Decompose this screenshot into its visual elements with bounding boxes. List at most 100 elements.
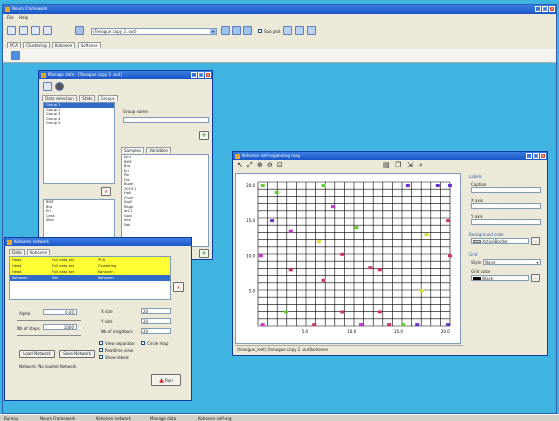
x-size-input[interactable]: 20 <box>141 308 171 314</box>
zoom-fit-icon[interactable]: ⤢ <box>247 161 253 170</box>
circle-map-checkbox[interactable] <box>141 341 145 345</box>
export-icon[interactable]: ⇲ <box>407 161 413 169</box>
tab-softness[interactable]: Softness <box>77 42 101 48</box>
map-point[interactable] <box>288 229 293 233</box>
show-labels-checkbox[interactable] <box>99 355 103 359</box>
map-point[interactable] <box>419 289 424 293</box>
maximize-icon[interactable]: □ <box>198 72 204 78</box>
taskbar-item[interactable]: Kohonen self-org <box>198 416 232 421</box>
map-point[interactable] <box>387 323 392 327</box>
grid-color-picker-button[interactable]: … <box>531 274 540 282</box>
map-point[interactable] <box>448 184 452 188</box>
new-project-icon[interactable] <box>7 26 16 35</box>
sub-plot-checkbox[interactable] <box>258 29 262 33</box>
module-tool-icon[interactable] <box>11 51 20 60</box>
copy-icon[interactable]: ❐ <box>395 161 401 169</box>
map-point[interactable] <box>274 191 279 195</box>
map-point[interactable] <box>424 233 429 237</box>
y-axis-input[interactable] <box>471 219 541 225</box>
y-size-input[interactable]: 20 <box>141 318 171 324</box>
x-axis-input[interactable] <box>471 203 541 209</box>
samples-list[interactable]: Juni BMF Bra Eri Per Fra Buse 2019.1 Holl Chun Swi… <box>121 154 209 247</box>
realtime-view-checkbox[interactable] <box>99 348 103 352</box>
list-item[interactable]: Siler <box>44 218 114 223</box>
maximize-icon[interactable]: □ <box>542 6 548 12</box>
help-icon[interactable] <box>55 82 64 91</box>
cursor-icon[interactable]: ↖ <box>237 161 243 169</box>
map-point[interactable] <box>316 240 321 244</box>
map-point[interactable] <box>321 278 326 282</box>
map-point[interactable] <box>446 323 451 327</box>
save-network-button[interactable]: Save Network <box>59 350 95 358</box>
bg-color-picker-button[interactable]: … <box>531 237 540 245</box>
nb-steps-input[interactable]: 1000 <box>43 324 77 330</box>
tab-clustering[interactable]: Clustering <box>23 42 50 48</box>
minimize-icon[interactable]: _ <box>535 6 541 12</box>
minimize-icon[interactable]: _ <box>526 153 532 159</box>
tab-data[interactable]: Data <box>9 249 25 255</box>
layout-icon[interactable] <box>283 26 292 35</box>
alpha-slider[interactable] <box>17 318 81 321</box>
tab-data-selection[interactable]: Data selection <box>42 95 77 101</box>
minimize-icon[interactable]: _ <box>191 72 197 78</box>
map-point[interactable] <box>377 310 382 314</box>
grid-color-select[interactable]: Black <box>471 275 529 281</box>
neighbors-input[interactable]: 20 <box>141 328 171 334</box>
add-group-button[interactable]: + <box>199 131 209 140</box>
map-point[interactable] <box>435 184 440 188</box>
map-point[interactable] <box>260 323 265 327</box>
map-point[interactable] <box>405 184 410 188</box>
map-point[interactable] <box>401 323 406 327</box>
alpha-input[interactable]: 0.40 <box>43 309 77 315</box>
dataset-table[interactable]: Head Full data set PCA Head Full data se… <box>9 256 171 300</box>
map-point[interactable] <box>415 323 420 327</box>
groups-list[interactable]: Group 1 Group 2 Group 3 Group 4 Group 5 <box>43 102 115 184</box>
taskbar-item[interactable]: Neuro Framework <box>40 416 75 421</box>
view-separator-checkbox[interactable] <box>99 341 103 345</box>
zoom-out-icon[interactable]: ⊖ <box>267 161 273 169</box>
load-network-button[interactable]: Load Network <box>19 350 55 358</box>
network-icon[interactable] <box>243 26 252 35</box>
zoom-icon[interactable] <box>295 26 304 35</box>
kohonen-titlebar[interactable]: Kohonen network <box>5 238 191 246</box>
kohonen-map-chart[interactable]: 20.0 15.0 10.0 5.0 5.0 10.0 15.0 20.0 <box>236 174 460 343</box>
grid-tool-icon[interactable] <box>43 82 52 91</box>
chevron-down-icon[interactable]: ▾ <box>210 29 216 34</box>
taskbar-item[interactable]: Bureau <box>4 416 18 421</box>
close-icon[interactable]: × <box>549 6 555 12</box>
tab-stats[interactable]: Stats <box>79 95 96 101</box>
caption-input[interactable] <box>471 187 541 193</box>
maximize-icon[interactable]: □ <box>533 153 539 159</box>
map-point[interactable] <box>321 184 326 188</box>
map-point[interactable] <box>359 323 364 327</box>
taskbar-item[interactable]: Manage data <box>150 416 176 421</box>
bg-color-select[interactable]: ActiveBorder <box>471 238 529 244</box>
save-project-icon[interactable] <box>31 26 40 35</box>
delete-dataset-button[interactable]: ✕ <box>173 282 184 292</box>
menu-help[interactable]: Help <box>19 15 28 20</box>
chevron-down-icon[interactable]: ▾ <box>535 260 540 265</box>
kmap-titlebar[interactable]: Kohonen self-organizing map _ □ × <box>233 152 547 160</box>
tab-variables[interactable]: Variables <box>146 147 171 153</box>
tab-samples[interactable]: Samples <box>121 147 145 153</box>
style-select[interactable]: None ▾ <box>483 259 541 265</box>
project-icon[interactable] <box>75 26 84 35</box>
map-point[interactable] <box>284 310 289 314</box>
map-point[interactable] <box>258 254 263 258</box>
map-point[interactable] <box>368 266 373 270</box>
map-point[interactable] <box>448 254 452 258</box>
map-point[interactable] <box>340 310 345 314</box>
map-point[interactable] <box>354 226 359 230</box>
open-project-icon[interactable] <box>19 26 28 35</box>
tab-groups[interactable]: Groups <box>97 95 118 101</box>
run-button[interactable]: ▲ Run <box>151 374 181 386</box>
properties-icon[interactable] <box>43 26 52 35</box>
tab-kohonen[interactable]: Kohonen <box>51 42 76 48</box>
menu-file[interactable]: File <box>7 15 14 20</box>
main-titlebar[interactable]: Neuro Framework _ □ × <box>3 5 556 14</box>
map-point[interactable] <box>270 219 275 223</box>
map-point[interactable] <box>260 184 265 188</box>
delete-group-button[interactable]: ✕ <box>101 187 111 196</box>
nb-steps-slider[interactable] <box>17 333 81 336</box>
tab-pca[interactable]: PCA <box>7 42 21 48</box>
